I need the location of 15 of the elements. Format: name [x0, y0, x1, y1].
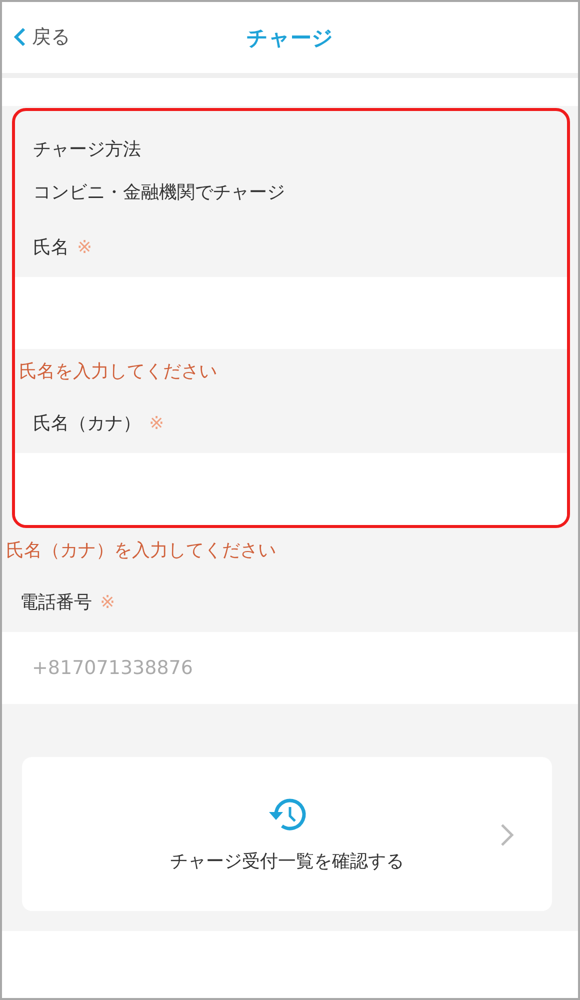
page-title: チャージ	[246, 24, 334, 52]
chevron-right-icon	[500, 823, 514, 847]
chevron-left-icon	[14, 27, 26, 47]
charge-method-value: コンビニ・金融機関でチャージ	[32, 181, 285, 204]
error-message: 氏名（カナ）を入力してください	[5, 539, 276, 562]
field-label: 氏名	[32, 236, 69, 259]
required-mark: ※	[100, 592, 116, 612]
history-card[interactable]: チャージ受付一覧を確認する	[22, 757, 552, 911]
field-label: 氏名（カナ）	[32, 412, 141, 435]
back-button[interactable]: 戻る	[14, 24, 70, 50]
required-mark: ※	[149, 412, 164, 434]
section-heading: チャージ方法	[32, 138, 141, 161]
required-mark: ※	[77, 236, 92, 258]
field-label: 電話番号	[19, 591, 92, 614]
error-message: 氏名を入力してください	[18, 360, 217, 383]
